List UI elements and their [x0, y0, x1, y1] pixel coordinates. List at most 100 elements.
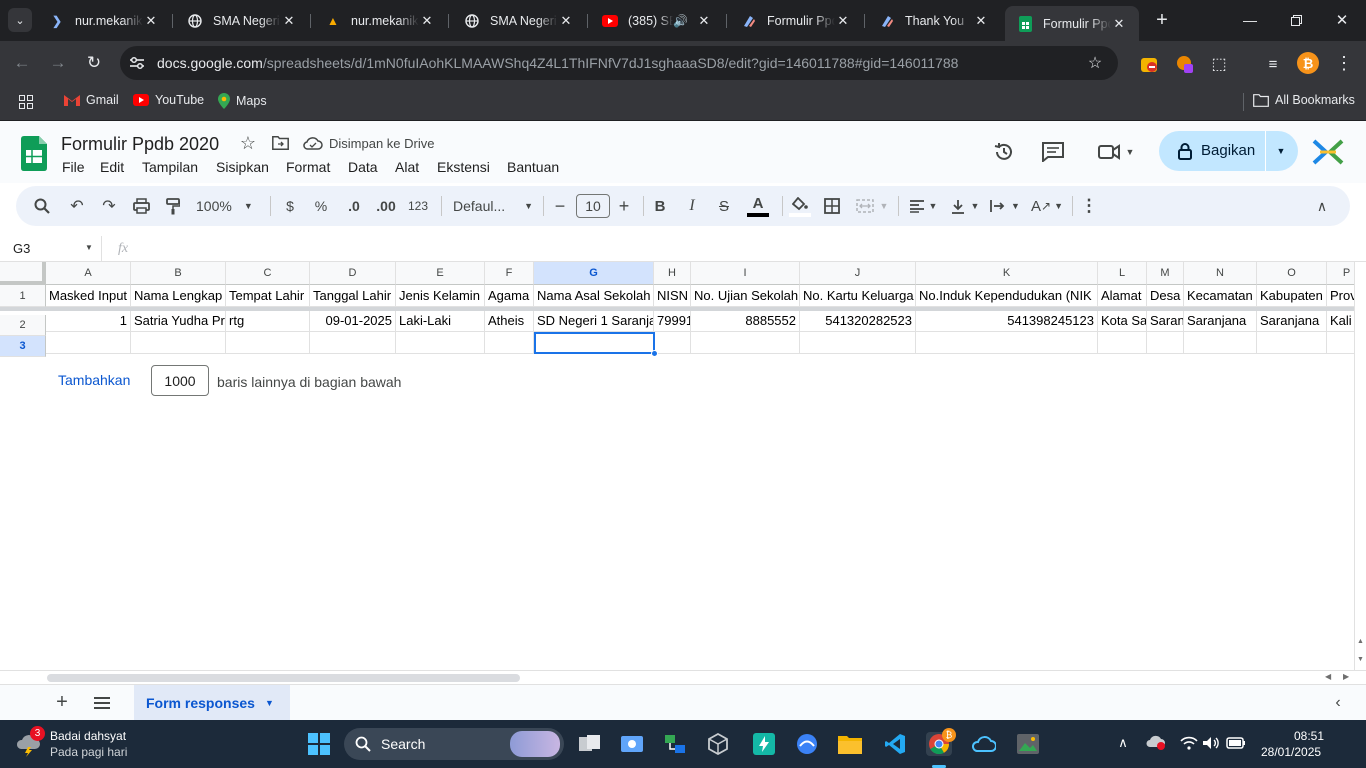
align-left-icon[interactable]: ▼: [906, 196, 940, 216]
currency-format-button[interactable]: $: [280, 196, 300, 216]
new-tab-button[interactable]: +: [1150, 8, 1174, 32]
cell-A1[interactable]: Masked Input: [46, 285, 131, 307]
spreadsheet-grid[interactable]: ABCDEFGHIJKLMNOP 123 Masked Input Nama Le…: [0, 262, 1354, 670]
column-header-O[interactable]: O: [1257, 262, 1327, 285]
cell-J2[interactable]: 541320282523: [800, 311, 916, 332]
app-globe-icon[interactable]: [794, 732, 820, 756]
selected-cell-G3[interactable]: [534, 332, 655, 354]
column-header-P[interactable]: P: [1327, 262, 1354, 285]
menu-tools[interactable]: Alat: [395, 159, 419, 175]
cloud-saved-icon[interactable]: [302, 134, 324, 152]
browser-tab[interactable]: (385) SEM 🔊 ✕: [590, 6, 724, 35]
scroll-up-arrow[interactable]: ▲: [1357, 638, 1364, 645]
omnibox[interactable]: docs.google.com/spreadsheets/d/1mN0fuIAo…: [120, 46, 1118, 80]
cell-P2[interactable]: Kali: [1327, 311, 1354, 332]
cell-K3[interactable]: [916, 332, 1098, 354]
network-app-icon[interactable]: [662, 732, 688, 756]
font-size-decrease-button[interactable]: −: [552, 196, 568, 216]
cell-E3[interactable]: [396, 332, 485, 354]
borders-icon[interactable]: [822, 196, 842, 216]
cell-J3[interactable]: [800, 332, 916, 354]
browser-tab[interactable]: SMA Negeri ✕: [175, 6, 309, 35]
column-header-C[interactable]: C: [226, 262, 310, 285]
cell-N3[interactable]: [1184, 332, 1257, 354]
star-icon[interactable]: ☆: [238, 133, 258, 153]
image-app-icon[interactable]: [1015, 732, 1041, 756]
font-size-increase-button[interactable]: +: [616, 196, 632, 216]
close-window-icon[interactable]: ✕: [1332, 10, 1352, 30]
chevron-down-icon[interactable]: ▼: [1273, 143, 1289, 159]
menu-help[interactable]: Bantuan: [507, 159, 559, 175]
cell-J1[interactable]: No. Kartu Keluarga: [800, 285, 916, 307]
apps-grid-icon[interactable]: [17, 93, 35, 111]
text-color-icon[interactable]: A: [746, 196, 770, 218]
media-controls-icon[interactable]: ≡: [1262, 53, 1284, 75]
close-icon[interactable]: ✕: [696, 13, 712, 29]
site-info-icon[interactable]: [128, 55, 146, 71]
extension-icon[interactable]: [1174, 53, 1196, 75]
cell-B2[interactable]: Satria Yudha Pr: [131, 311, 226, 332]
menu-insert[interactable]: Sisipkan: [216, 159, 269, 175]
column-header-J[interactable]: J: [800, 262, 916, 285]
meet-video-icon[interactable]: ▼: [1094, 139, 1138, 165]
select-all-corner[interactable]: [0, 262, 46, 285]
taskbar-search[interactable]: Search: [344, 728, 564, 760]
cell-C3[interactable]: [226, 332, 310, 354]
share-button[interactable]: Bagikan ▼: [1159, 131, 1298, 171]
horizontal-scrollbar[interactable]: ◀ ▶: [0, 670, 1366, 684]
vscode-icon[interactable]: [882, 732, 908, 756]
add-sheet-icon[interactable]: +: [52, 691, 72, 713]
cell-H3[interactable]: [654, 332, 691, 354]
sheet-tab-form-responses[interactable]: Form responses ▼: [134, 685, 290, 721]
menu-kebab-icon[interactable]: ⋮: [1334, 53, 1354, 73]
menu-file[interactable]: File: [62, 159, 85, 175]
browser-tab[interactable]: SMA Negeri ✕: [452, 6, 586, 35]
close-icon[interactable]: ✕: [143, 13, 159, 29]
column-header-G[interactable]: G: [534, 262, 654, 285]
number-format-button[interactable]: 123: [406, 196, 430, 216]
extension-icon[interactable]: [1138, 53, 1160, 75]
scroll-right-arrow[interactable]: ▶: [1343, 672, 1349, 681]
browser-tab[interactable]: ▲ nur.mekanika ✕: [313, 6, 447, 35]
cell-O1[interactable]: Kabupaten: [1257, 285, 1327, 307]
account-avatar[interactable]: [1311, 135, 1345, 169]
sheets-logo-icon[interactable]: [21, 136, 47, 174]
weather-widget[interactable]: 3 Badai dahsyat Pada pagi hari: [14, 726, 164, 762]
bookmark-maps[interactable]: Maps: [218, 93, 267, 109]
forward-icon[interactable]: →: [48, 53, 68, 73]
print-icon[interactable]: [131, 196, 151, 216]
zoom-select[interactable]: 100% ▼: [196, 196, 262, 216]
comments-icon[interactable]: [1040, 139, 1066, 165]
column-header-E[interactable]: E: [396, 262, 485, 285]
undo-icon[interactable]: ↶: [67, 196, 87, 216]
move-folder-icon[interactable]: [270, 134, 290, 152]
app-bolt-icon[interactable]: [751, 732, 777, 756]
search-icon[interactable]: [32, 196, 52, 216]
column-header-L[interactable]: L: [1098, 262, 1147, 285]
vertical-align-icon[interactable]: ▼: [948, 196, 982, 216]
volume-icon[interactable]: [1202, 734, 1220, 752]
version-history-icon[interactable]: [991, 139, 1017, 165]
cell-P3[interactable]: [1327, 332, 1354, 354]
all-bookmarks-button[interactable]: All Bookmarks: [1253, 93, 1355, 107]
restore-icon[interactable]: [1286, 10, 1306, 30]
strikethrough-icon[interactable]: S: [714, 196, 734, 216]
menu-edit[interactable]: Edit: [100, 159, 124, 175]
cell-C2[interactable]: rtg: [226, 311, 310, 332]
frozen-row-divider[interactable]: [0, 307, 1354, 311]
menu-data[interactable]: Data: [348, 159, 378, 175]
redo-icon[interactable]: ↷: [99, 196, 119, 216]
tab-search-button[interactable]: ⌄: [8, 8, 32, 32]
column-header-A[interactable]: A: [46, 262, 131, 285]
task-view-icon[interactable]: [577, 732, 603, 756]
cell-M3[interactable]: [1147, 332, 1184, 354]
cell-M2[interactable]: Saran: [1147, 311, 1184, 332]
profile-avatar[interactable]: ₿: [1297, 52, 1319, 74]
cell-L3[interactable]: [1098, 332, 1147, 354]
column-header-N[interactable]: N: [1184, 262, 1257, 285]
minimize-icon[interactable]: —: [1240, 10, 1260, 30]
cell-L1[interactable]: Alamat: [1098, 285, 1147, 307]
italic-icon[interactable]: I: [682, 196, 702, 216]
column-header-F[interactable]: F: [485, 262, 534, 285]
row-header-1[interactable]: 1: [0, 285, 46, 307]
